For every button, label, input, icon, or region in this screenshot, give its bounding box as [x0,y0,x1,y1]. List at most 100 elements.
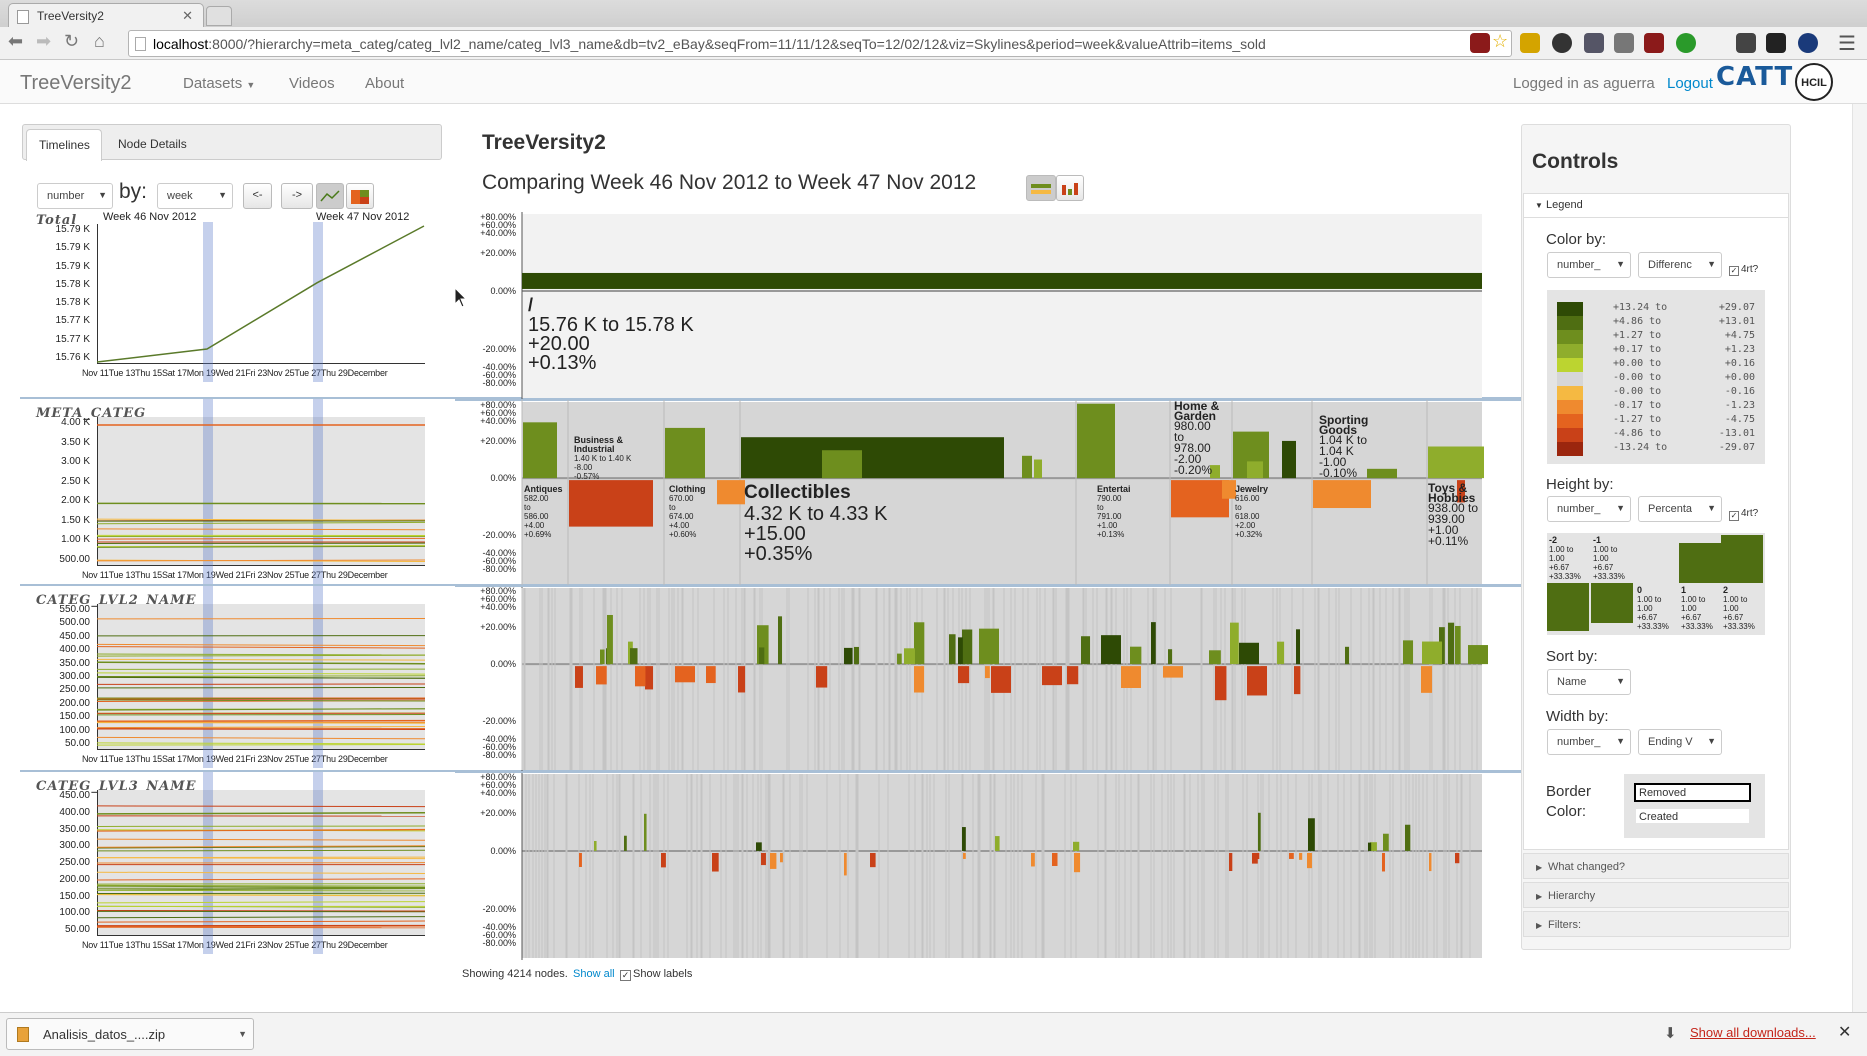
node-bar[interactable] [870,852,876,868]
home-icon[interactable]: ⌂ [94,31,105,52]
node-bar[interactable] [1367,468,1397,479]
node-bar[interactable] [594,840,597,851]
node-bar[interactable] [1163,666,1183,678]
app-brand[interactable]: TreeVersity2 [20,72,132,95]
eyedropper-icon[interactable] [1584,33,1604,53]
node-bar[interactable] [962,827,966,851]
series-line[interactable] [97,676,425,679]
series-line[interactable] [97,744,425,746]
series-line[interactable] [97,736,425,740]
node-bar[interactable] [738,666,746,693]
bar-chart-toggle[interactable] [346,183,374,209]
node-bar[interactable] [630,648,638,665]
node-bar[interactable] [904,648,915,665]
node-bar[interactable] [1239,642,1259,665]
node-bar[interactable] [1130,646,1142,665]
node-bar[interactable] [1101,635,1121,665]
node-bar[interactable] [1468,645,1488,665]
node-bar[interactable] [1215,666,1227,701]
node-bar[interactable] [1074,852,1081,873]
node-bar[interactable] [759,647,765,665]
series-line[interactable] [97,805,425,808]
node-bar[interactable] [780,852,783,863]
node-bar[interactable] [914,666,925,693]
extension-icon[interactable] [1798,33,1818,53]
node-bar[interactable] [575,666,583,688]
node-bar[interactable] [1422,641,1442,665]
node-bar[interactable] [1368,842,1372,851]
extension-icon[interactable] [1644,33,1664,53]
series-line[interactable] [97,653,425,656]
extension-icon[interactable] [1470,33,1490,53]
accordion-what-changed[interactable]: ▶ What changed? [1523,853,1789,879]
series-line[interactable] [97,537,425,540]
close-downloads-icon[interactable]: ✕ [1838,1022,1851,1042]
line-chart-toggle[interactable] [316,183,344,209]
layers-icon[interactable] [1766,33,1786,53]
node-bar[interactable] [645,666,654,690]
node-bar[interactable] [1222,480,1236,499]
series-line[interactable] [97,871,425,874]
color-mode-select[interactable]: Differenc ▼ [1638,252,1722,278]
node-bar[interactable] [756,842,762,851]
download-item[interactable]: Analisis_datos_....zip ▼ [6,1018,254,1050]
series-line[interactable] [97,849,425,852]
node-bar[interactable] [1022,455,1032,479]
color-attribute-select[interactable]: number_ ▼ [1547,252,1631,278]
caret-down-icon[interactable]: ▼ [238,1029,247,1039]
reload-icon[interactable]: ↻ [64,31,79,52]
node-bar[interactable] [854,646,859,665]
node-bar[interactable] [1313,480,1371,509]
node-bar[interactable] [816,666,828,688]
show-all-link[interactable]: Show all [573,968,615,980]
extension-icon[interactable] [1676,33,1696,53]
series-line[interactable] [97,675,425,678]
node-bar[interactable] [1403,640,1414,665]
logout-link[interactable]: Logout [1667,75,1713,92]
node-bar[interactable] [1171,480,1229,518]
extension-icon[interactable] [1520,33,1540,53]
gear-icon[interactable] [1552,33,1572,53]
node-bar[interactable] [1382,852,1385,872]
series-line[interactable] [97,888,425,891]
series-line[interactable] [97,878,425,881]
node-bar[interactable] [596,666,607,685]
node-bar[interactable] [569,480,653,527]
node-bar[interactable] [1345,646,1350,665]
address-bar[interactable]: localhost:8000/?hierarchy=meta_categ/cat… [128,30,1512,57]
previous-period-button[interactable]: <- [243,183,272,209]
bar-view-button[interactable] [1056,175,1084,201]
new-tab-button[interactable] [206,6,232,26]
node-bar[interactable] [1455,852,1460,864]
page-scrollbar[interactable] [1852,104,1867,1012]
node-bar[interactable] [958,666,970,684]
next-period-button[interactable]: -> [281,183,313,209]
node-bar[interactable] [1299,852,1303,860]
series-line[interactable] [97,838,425,841]
node-bar[interactable] [1077,403,1115,479]
forward-icon[interactable]: ➡ [36,31,51,52]
accordion-hierarchy[interactable]: ▶ Hierarchy [1523,882,1789,908]
series-line[interactable] [97,672,425,675]
width-attribute-select[interactable]: number_ ▼ [1547,729,1631,755]
node-bar[interactable] [995,836,1000,851]
node-bar[interactable] [1448,622,1455,665]
node-bar[interactable] [635,666,646,687]
tab-timelines[interactable]: Timelines [26,129,102,161]
node-bar[interactable] [1229,852,1233,872]
series-line[interactable] [97,916,425,919]
node-bar[interactable] [523,422,557,479]
node-bar[interactable] [1151,622,1156,665]
height-attribute-select[interactable]: number_ ▼ [1547,496,1631,522]
series-line[interactable] [97,518,425,521]
node-bar[interactable] [962,629,973,665]
total-line[interactable] [97,225,425,363]
extension-icon[interactable] [1614,33,1634,53]
attribute-select[interactable]: number ▼ [37,183,113,209]
node-bar[interactable] [1277,641,1285,665]
node-bar[interactable] [712,852,719,872]
node-bar[interactable] [1042,666,1062,686]
node-bar[interactable] [665,427,705,479]
node-bar[interactable] [770,852,777,869]
node-bar[interactable] [1247,666,1267,696]
